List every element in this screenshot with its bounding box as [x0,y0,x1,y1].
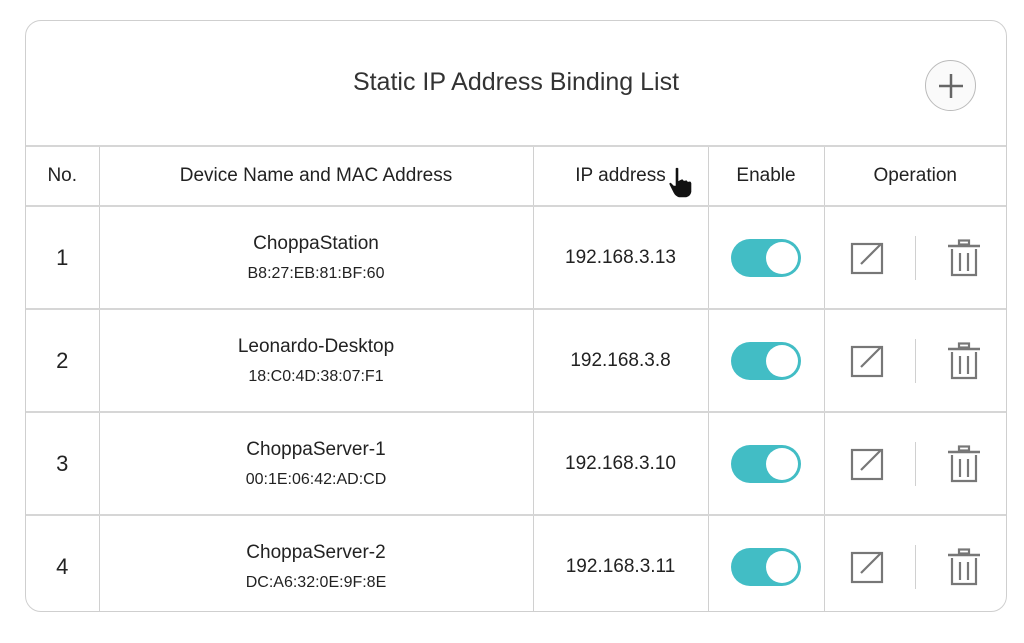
column-header-enable[interactable]: Enable [708,147,825,207]
delete-button[interactable] [944,547,984,587]
edit-icon [850,242,883,274]
device-cell: ChoppaStation B8:27:EB:81:BF:60 [99,206,534,310]
operation-cell [824,309,1006,413]
enable-toggle[interactable] [731,341,801,380]
divider [914,441,916,486]
row-number: 4 [26,515,100,611]
table-row: 3 ChoppaServer-1 00:1E:06:42:AD:CD 192.168.… [26,412,1006,516]
row-number: 2 [26,309,100,413]
page-title: Static IP Address Binding List [352,68,680,96]
row-number: 3 [26,412,100,516]
static-ip-binding-panel: Static IP Address Binding List No. Devic… [25,20,1007,612]
column-header-device[interactable]: Device Name and MAC Address [99,147,534,207]
row-number: 1 [26,206,100,310]
device-name: Leonardo-Desktop [237,335,395,357]
device-cell: Leonardo-Desktop 18:C0:4D:38:07:F1 [99,309,534,413]
toggle-knob [766,344,798,377]
divider [914,338,916,383]
toggle-knob [766,447,798,480]
delete-button[interactable] [944,341,984,381]
table-row: 1 ChoppaStation B8:27:EB:81:BF:60 192.168.3… [26,206,1006,310]
mac-address: 18:C0:4D:38:07:F1 [248,367,384,385]
delete-button[interactable] [944,444,984,484]
enable-cell [708,309,825,413]
enable-cell [708,206,825,310]
enable-toggle[interactable] [731,238,801,277]
edit-icon [850,551,883,583]
column-header-no[interactable]: No. [26,147,100,207]
ip-address: 192.168.3.10 [533,412,709,516]
column-header-ip[interactable]: IP address [533,147,709,207]
edit-button[interactable] [847,547,887,587]
device-name: ChoppaServer-2 [246,541,386,563]
divider [914,544,916,589]
plus-icon [939,74,963,98]
delete-button[interactable] [944,238,984,278]
mac-address: B8:27:EB:81:BF:60 [247,264,385,282]
divider [914,235,916,280]
toggle-knob [766,550,798,583]
device-name: ChoppaServer-1 [246,438,386,460]
ip-address: 192.168.3.13 [533,206,709,310]
add-binding-button[interactable] [925,60,976,111]
edit-icon [850,345,883,377]
device-cell: ChoppaServer-2 DC:A6:32:0E:9F:8E [99,515,534,611]
operation-cell [824,412,1006,516]
enable-toggle[interactable] [731,444,801,483]
trash-icon [947,341,980,379]
device-name: ChoppaStation [253,232,379,254]
trash-icon [947,444,980,482]
enable-cell [708,412,825,516]
mac-address: 00:1E:06:42:AD:CD [245,470,387,488]
table-row: 4 ChoppaServer-2 DC:A6:32:0E:9F:8E 192.168.… [26,515,1006,611]
enable-cell [708,515,825,611]
enable-toggle[interactable] [731,547,801,586]
table-header-row: No. Device Name and MAC Address IP addre… [26,147,1006,207]
operation-cell [824,206,1006,310]
ip-address: 192.168.3.8 [533,309,709,413]
panel-header: Static IP Address Binding List [26,21,1006,147]
trash-icon [947,547,980,585]
ip-address: 192.168.3.11 [533,515,709,611]
device-cell: ChoppaServer-1 00:1E:06:42:AD:CD [99,412,534,516]
binding-table: No. Device Name and MAC Address IP addre… [26,147,1006,611]
edit-button[interactable] [847,238,887,278]
mac-address: DC:A6:32:0E:9F:8E [245,573,387,591]
edit-icon [850,448,883,480]
column-header-operation[interactable]: Operation [824,147,1006,207]
toggle-knob [766,241,798,274]
table-row: 2 Leonardo-Desktop 18:C0:4D:38:07:F1 192.16… [26,309,1006,413]
operation-cell [824,515,1006,611]
trash-icon [947,238,980,276]
edit-button[interactable] [847,444,887,484]
edit-button[interactable] [847,341,887,381]
